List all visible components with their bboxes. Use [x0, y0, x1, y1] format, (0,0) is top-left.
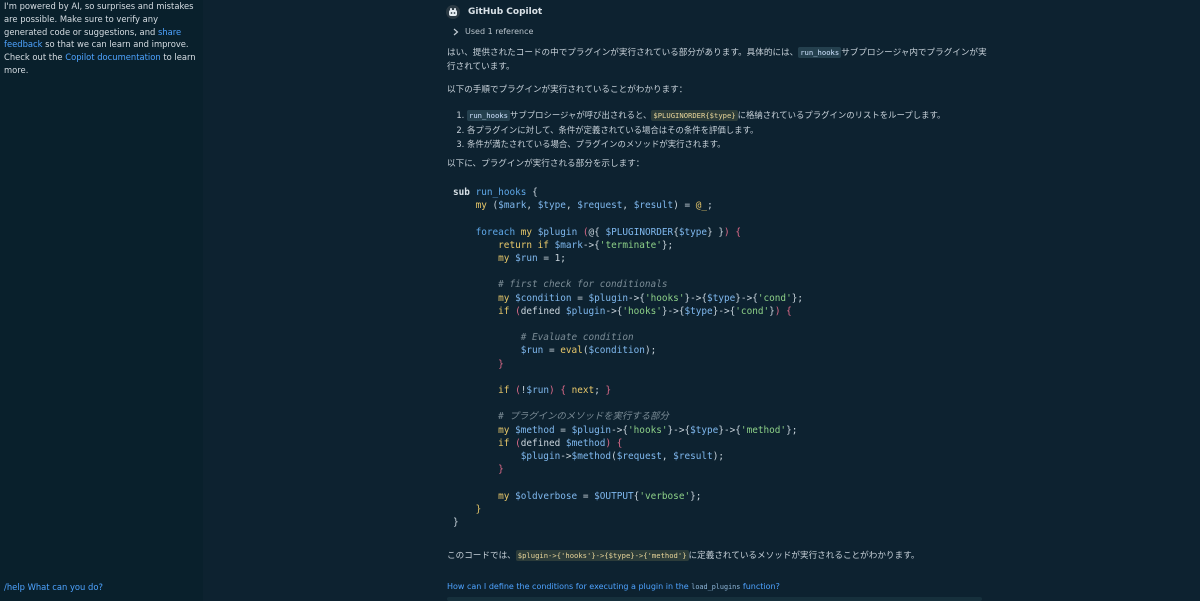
steps-list: run_hooksサブプロシージャが呼び出されると、$PLUGINORDER{$… [467, 108, 945, 151]
message-text: はい、提供されたコードの中でプラグインが実行されている部分があります。具体的には… [447, 48, 799, 58]
inline-code: run_hooks [798, 47, 842, 58]
followup-text: function? [740, 582, 780, 591]
references-label: Used 1 reference [465, 27, 534, 36]
chat-input-edge[interactable] [447, 597, 982, 601]
followup-text: How can I define the conditions for exec… [447, 582, 692, 591]
list-item-text: に格納されているプラグインのリストをループします。 [737, 110, 946, 120]
message-text: このコードでは、 [447, 551, 516, 561]
list-item-text: サブプロシージャが呼び出されると、 [509, 110, 652, 120]
assistant-name: GitHub Copilot [468, 7, 543, 17]
inline-code: $plugin->{'hooks'}->{$type}->{'method'} [515, 550, 689, 561]
message-header: GitHub Copilot [446, 4, 542, 20]
code-block[interactable]: sub run_hooks { my ($mark, $type, $reque… [453, 186, 983, 529]
inline-code: $PLUGINORDER{$type} [651, 110, 738, 121]
message-paragraph: このコードでは、 $plugin->{'hooks'}->{$type}->{'m… [447, 549, 987, 563]
chevron-right-icon [453, 28, 459, 35]
inline-code: run_hooks [467, 110, 510, 121]
list-item: run_hooksサブプロシージャが呼び出されると、$PLUGINORDER{$… [467, 108, 945, 123]
copilot-chat-window: I'm powered by AI, so surprises and mist… [0, 0, 1200, 601]
copilot-documentation-link[interactable]: Copilot documentation [65, 52, 160, 62]
list-item: 条件が満たされている場合、プラグインのメソッドが実行されます。 [467, 137, 945, 151]
message-paragraph: 以下の手順でプラグインが実行されていることがわかります： [447, 85, 688, 95]
sidebar: I'm powered by AI, so surprises and mist… [0, 0, 203, 601]
help-suggestion-link[interactable]: /help What can you do? [4, 582, 103, 592]
inline-code: load_plugins [691, 583, 741, 591]
list-item: 各プラグインに対して、条件が定義されている場合はその条件を評価します。 [467, 123, 945, 137]
references-toggle[interactable]: Used 1 reference [453, 27, 533, 36]
message-paragraph: 以下に、プラグインが実行される部分を示します： [447, 159, 645, 169]
copilot-icon [446, 5, 460, 19]
chat-main: GitHub Copilot Used 1 reference はい、提供された… [203, 0, 1200, 601]
message-text: に定義されているメソッドが実行されることがわかります。 [688, 551, 920, 561]
followup-suggestion[interactable]: How can I define the conditions for exec… [447, 582, 780, 591]
message-paragraph: はい、提供されたコードの中でプラグインが実行されている部分があります。具体的には… [447, 46, 987, 74]
intro-text: I'm powered by AI, so surprises and mist… [4, 0, 196, 77]
